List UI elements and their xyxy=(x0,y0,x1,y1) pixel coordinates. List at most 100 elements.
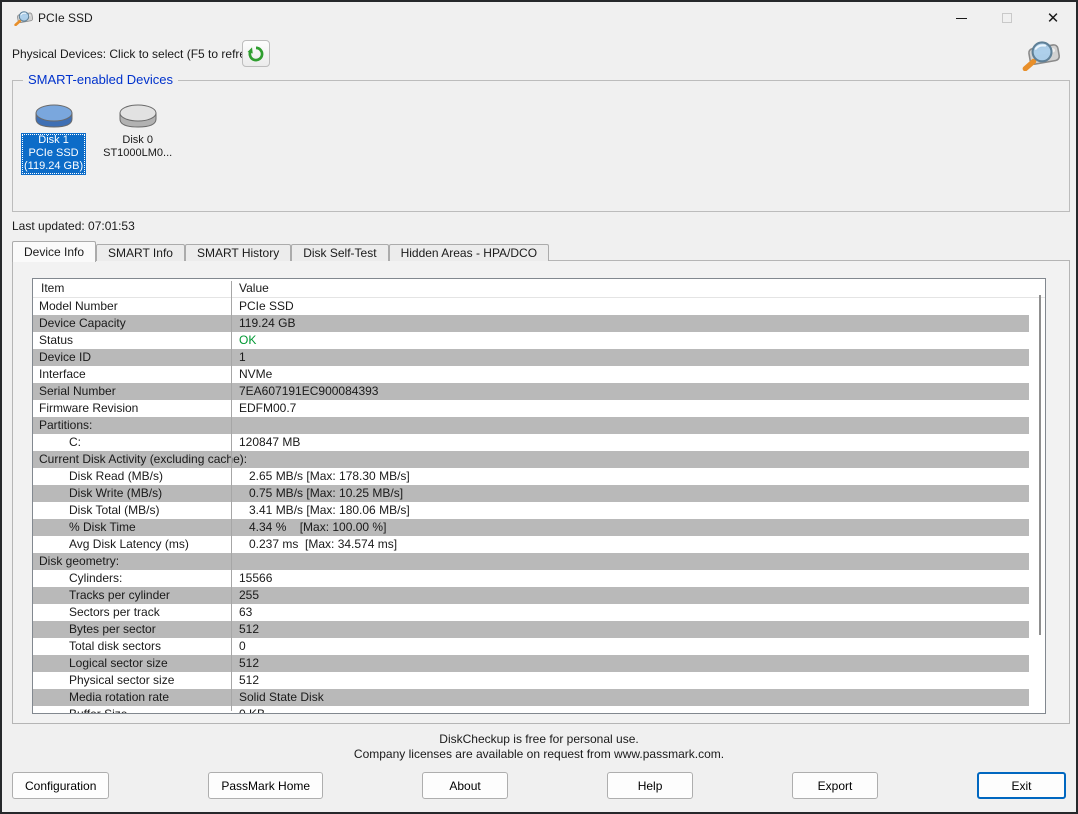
value-cell: 3.41 MB/s [Max: 180.06 MB/s] xyxy=(249,502,410,519)
table-scrollbar[interactable] xyxy=(1039,295,1041,635)
item-cell: Firmware Revision xyxy=(39,400,138,417)
tab-bar: Device InfoSMART InfoSMART HistoryDisk S… xyxy=(12,240,549,261)
maximize-icon xyxy=(1002,13,1012,23)
table-row-physical-sector-size[interactable]: Physical sector size512 xyxy=(33,672,1045,689)
help-button[interactable]: Help xyxy=(607,772,693,799)
title-bar: PCIe SSD ✕ xyxy=(2,2,1076,34)
table-row-serial-number[interactable]: Serial Number 7EA607191EC900084393 xyxy=(33,383,1045,400)
table-row-c[interactable]: C:120847 MB xyxy=(33,434,1045,451)
item-cell: Buffer Size xyxy=(69,706,127,714)
refresh-icon xyxy=(247,45,265,63)
table-row-logical-sector-size[interactable]: Logical sector size512 xyxy=(33,655,1045,672)
column-header-item[interactable]: Item xyxy=(41,279,64,298)
value-cell: 4.34 % [Max: 100.00 %] xyxy=(249,519,386,536)
item-cell: Device Capacity xyxy=(39,315,126,332)
device-item-disk-1[interactable]: Disk 1PCIe SSD(119.24 GB) xyxy=(21,95,86,175)
table-row-media-rotation-rate[interactable]: Media rotation rateSolid State Disk xyxy=(33,689,1045,706)
configuration-button[interactable]: Configuration xyxy=(12,772,109,799)
item-cell: Bytes per sector xyxy=(69,621,156,638)
table-row-model-number[interactable]: Model NumberPCIe SSD xyxy=(33,298,1045,315)
item-cell: Disk Total (MB/s) xyxy=(69,502,159,519)
smart-devices-groupbox: SMART-enabled Devices Disk 1PCIe SSD(119… xyxy=(12,80,1070,212)
last-updated-label: Last updated: 07:01:53 xyxy=(12,219,135,233)
item-cell: % Disk Time xyxy=(69,519,136,536)
tab-device-info[interactable]: Device Info xyxy=(12,241,96,262)
value-cell: 2.65 MB/s [Max: 178.30 MB/s] xyxy=(249,468,410,485)
device-list: Disk 1PCIe SSD(119.24 GB) Disk 0ST1000LM0… xyxy=(21,95,175,175)
table-row-interface[interactable]: Interface NVMe xyxy=(33,366,1045,383)
column-divider[interactable] xyxy=(231,281,232,711)
export-button[interactable]: Export xyxy=(792,772,878,799)
footer-free-use-text: DiskCheckup is free for personal use. xyxy=(2,732,1076,746)
table-row-disk-total-mb-s[interactable]: Disk Total (MB/s) 3.41 MB/s [Max: 180.06 … xyxy=(33,502,1045,519)
table-row-total-disk-sectors[interactable]: Total disk sectors 0 xyxy=(33,638,1045,655)
item-cell: Disk Write (MB/s) xyxy=(69,485,162,502)
disk-blue-icon xyxy=(32,95,76,131)
tab-smart-info[interactable]: SMART Info xyxy=(96,244,185,261)
groupbox-title: SMART-enabled Devices xyxy=(23,72,178,87)
table-row-buffer-size[interactable]: Buffer Size0 KB xyxy=(33,706,1045,714)
table-row-bytes-per-sector[interactable]: Bytes per sector 512 xyxy=(33,621,1045,638)
value-cell: 0 xyxy=(239,638,246,655)
table-header: Item Value xyxy=(33,279,1045,298)
value-cell: 7EA607191EC900084393 xyxy=(239,383,378,400)
app-window: PCIe SSD ✕ Physical Devices: Click to se… xyxy=(0,0,1078,814)
tab-disk-self-test[interactable]: Disk Self-Test xyxy=(291,244,388,261)
value-cell: 0.237 ms [Max: 34.574 ms] xyxy=(249,536,397,553)
tab-smart-history[interactable]: SMART History xyxy=(185,244,291,261)
table-row-sectors-per-track[interactable]: Sectors per track 63 xyxy=(33,604,1045,621)
value-cell: 63 xyxy=(239,604,252,621)
table-row-device-id[interactable]: Device ID1 xyxy=(33,349,1045,366)
item-cell: Logical sector size xyxy=(69,655,168,672)
tab-hidden-areas-hpa-dco[interactable]: Hidden Areas - HPA/DCO xyxy=(389,244,550,261)
item-cell: Tracks per cylinder xyxy=(69,587,170,604)
window-title: PCIe SSD xyxy=(38,2,93,34)
minimize-button[interactable] xyxy=(938,2,984,34)
item-cell: Interface xyxy=(39,366,86,383)
item-cell: Serial Number xyxy=(39,383,116,400)
device-info-table: Item Value Model NumberPCIe SSDDevice Ca… xyxy=(32,278,1046,714)
value-cell: 512 xyxy=(239,621,259,638)
item-cell: Disk geometry: xyxy=(39,553,119,570)
button-bar: Configuration PassMark Home About Help Expor… xyxy=(12,772,1066,799)
value-cell: 119.24 GB xyxy=(239,315,295,332)
table-row-device-capacity[interactable]: Device Capacity 119.24 GB xyxy=(33,315,1045,332)
item-cell: Avg Disk Latency (ms) xyxy=(69,536,189,553)
device-label: Disk 1PCIe SSD(119.24 GB) xyxy=(21,133,86,175)
table-row-disk-write-mb-s[interactable]: Disk Write (MB/s) 0.75 MB/s [Max: 10.25 M… xyxy=(33,485,1045,502)
refresh-button[interactable] xyxy=(242,40,270,67)
item-cell: Model Number xyxy=(39,298,118,315)
item-cell: Cylinders: xyxy=(69,570,122,587)
app-disk-magnifier-icon xyxy=(13,9,34,26)
table-row-firmware-revision[interactable]: Firmware RevisionEDFM00.7 xyxy=(33,400,1045,417)
value-cell: 255 xyxy=(239,587,259,604)
column-header-value[interactable]: Value xyxy=(239,279,269,298)
table-row-status[interactable]: StatusOK xyxy=(33,332,1045,349)
table-row-partitions[interactable]: Partitions: xyxy=(33,417,1045,434)
exit-button[interactable]: Exit xyxy=(977,772,1066,799)
table-row-cylinders[interactable]: Cylinders: 15566 xyxy=(33,570,1045,587)
table-row-disk-geometry[interactable]: Disk geometry: xyxy=(33,553,1045,570)
value-cell: NVMe xyxy=(239,366,272,383)
table-row-avg-disk-latency-ms[interactable]: Avg Disk Latency (ms) 0.237 ms [Max: 34.5… xyxy=(33,536,1045,553)
item-cell: Disk Read (MB/s) xyxy=(69,468,163,485)
table-row-disk-read-mb-s[interactable]: Disk Read (MB/s) 2.65 MB/s [Max: 178.30 M… xyxy=(33,468,1045,485)
about-button[interactable]: About xyxy=(422,772,508,799)
table-row-current-disk-activity-excluding-cache[interactable]: Current Disk Activity (excluding cache): xyxy=(33,451,1045,468)
maximize-button[interactable] xyxy=(984,2,1030,34)
device-info-tab-panel: Item Value Model NumberPCIe SSDDevice Ca… xyxy=(12,260,1070,724)
item-cell: Sectors per track xyxy=(69,604,160,621)
device-item-disk-0[interactable]: Disk 0ST1000LM0... xyxy=(100,95,175,175)
value-cell: 0.75 MB/s [Max: 10.25 MB/s] xyxy=(249,485,403,502)
close-button[interactable]: ✕ xyxy=(1030,2,1076,34)
passmark-home-button[interactable]: PassMark Home xyxy=(208,772,323,799)
device-label: Disk 0ST1000LM0... xyxy=(100,133,175,162)
table-rows: Model NumberPCIe SSDDevice Capacity 119.2… xyxy=(33,298,1045,714)
value-cell: Solid State Disk xyxy=(239,689,324,706)
item-cell: Device ID xyxy=(39,349,91,366)
item-cell: Total disk sectors xyxy=(69,638,161,655)
value-cell: 15566 xyxy=(239,570,272,587)
table-row-disk-time[interactable]: % Disk Time 4.34 % [Max: 100.00 %] xyxy=(33,519,1045,536)
disk-magnifier-logo-icon xyxy=(1020,37,1062,71)
table-row-tracks-per-cylinder[interactable]: Tracks per cylinder 255 xyxy=(33,587,1045,604)
